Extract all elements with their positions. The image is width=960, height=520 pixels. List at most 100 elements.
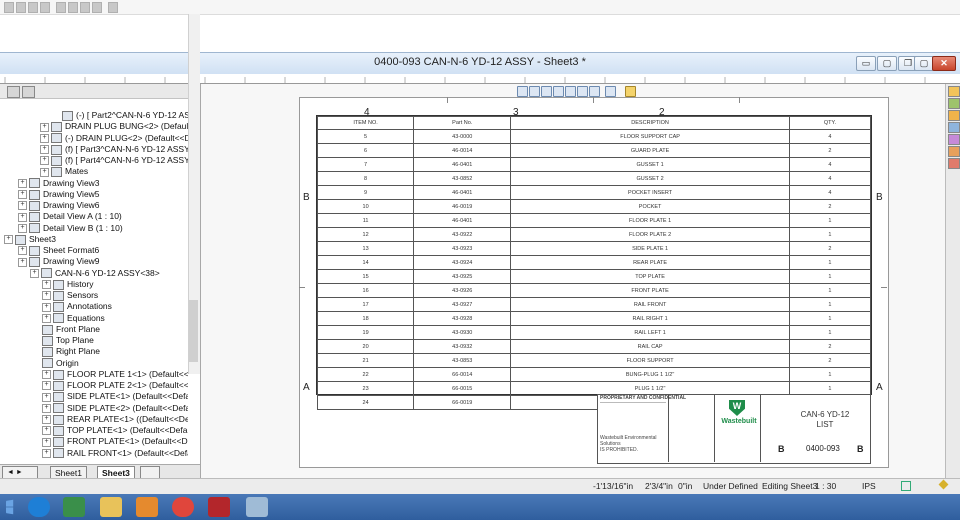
bom-row[interactable]: 5 43-0000 FLOOR SUPPORT CAP 4	[316, 129, 872, 144]
tree-item[interactable]: + Detail View B (1 : 10)	[18, 223, 123, 234]
close-button[interactable]: ✕	[932, 56, 956, 71]
tree-item[interactable]: + SIDE PLATE<1> (Default<<Default>_	[42, 391, 188, 402]
align-justify-icon[interactable]	[40, 2, 50, 13]
tree-expand-icon[interactable]: +	[42, 302, 51, 312]
tree-item[interactable]: Front Plane	[42, 324, 100, 335]
bom-row[interactable]: 11 46-0401 FLOOR PLATE 11	[316, 213, 872, 228]
feature-tree-tab-icon[interactable]	[7, 86, 20, 98]
tile-button[interactable]: ▢	[877, 56, 897, 71]
tree-expand-icon[interactable]: +	[18, 257, 27, 267]
bom-row[interactable]: 19 43-0930 RAIL LEFT 11	[316, 325, 872, 340]
tree-item[interactable]: + SIDE PLATE<2> (Default<<Default>_	[42, 403, 188, 414]
status-scale[interactable]: 1 : 30	[815, 481, 836, 491]
zoom-to-area-icon[interactable]	[529, 86, 540, 97]
tree-item[interactable]: + Drawing View6	[18, 200, 100, 211]
tree-item[interactable]: + FLOOR PLATE 1<1> (Default<<Defau	[42, 369, 188, 380]
view-palette-icon[interactable]	[948, 122, 960, 133]
tree-item[interactable]: Right Plane	[42, 346, 100, 357]
bom-row[interactable]: 8 43-0852 GUSSET 24	[316, 171, 872, 186]
tree-item[interactable]: + Sheet Format6	[18, 245, 99, 256]
list-icon[interactable]	[68, 2, 78, 13]
tree-item[interactable]: + CAN-N-6 YD-12 ASSY<38>	[30, 268, 160, 279]
solidworks-icon[interactable]	[208, 497, 230, 517]
redraw-icon[interactable]	[577, 86, 588, 97]
tree-expand-icon[interactable]: +	[42, 392, 51, 402]
tree-expand-icon[interactable]: +	[40, 122, 49, 132]
tree-item[interactable]: + Sensors	[42, 290, 98, 301]
tree-item[interactable]: + FLOOR PLATE 2<1> (Default<<Defau	[42, 380, 188, 391]
tree-expand-icon[interactable]: +	[4, 235, 13, 244]
tree-expand-icon[interactable]: +	[40, 145, 49, 154]
minimize-button[interactable]: ▭	[856, 56, 876, 71]
tree-expand-icon[interactable]: +	[18, 190, 27, 199]
appearance-icon[interactable]	[625, 86, 636, 97]
bom-row[interactable]: 14 43-0924 REAR PLATE 1	[316, 255, 872, 270]
bom-row[interactable]: 6 46-0014 GUARD PLATE 2	[316, 143, 872, 158]
file-explorer-taskbar-icon[interactable]	[100, 497, 122, 517]
tree-item[interactable]: Origin	[42, 358, 79, 369]
bom-row[interactable]: 7 46-0401 GUSSET 14	[316, 157, 872, 172]
property-tab-icon[interactable]	[22, 86, 35, 98]
tree-expand-icon[interactable]: +	[40, 156, 49, 166]
file-explorer-icon[interactable]	[948, 110, 960, 121]
tree-item[interactable]: Top Plane	[42, 335, 94, 346]
zoom-to-fit-icon[interactable]	[517, 86, 528, 97]
align-left-icon[interactable]	[4, 2, 14, 13]
maximize-button[interactable]: ▢	[914, 56, 934, 71]
tree-expand-icon[interactable]: +	[18, 201, 27, 211]
internet-explorer-icon[interactable]	[28, 497, 50, 517]
bom-row[interactable]: 12 43-0922 FLOOR PLATE 21	[316, 227, 872, 242]
forum-icon[interactable]	[948, 158, 960, 169]
align-center-icon[interactable]	[16, 2, 26, 13]
indent-icon[interactable]	[80, 2, 90, 13]
tree-expand-icon[interactable]: +	[30, 268, 39, 278]
tree-item[interactable]: + TOP PLATE<1> (Default<<Default>_I	[42, 425, 188, 436]
tree-expand-icon[interactable]: +	[42, 415, 51, 424]
tree-expand-icon[interactable]: +	[18, 178, 27, 188]
tree-item[interactable]: + (-) DRAIN PLUG<2> (Default<<Defau	[40, 133, 188, 144]
tree-expand-icon[interactable]: +	[42, 370, 51, 379]
tree-expand-icon[interactable]: +	[42, 437, 51, 447]
custom-properties-icon[interactable]	[948, 146, 960, 157]
bom-row[interactable]: 13 43-0923 SIDE PLATE 12	[316, 241, 872, 256]
tree-expand-icon[interactable]: +	[42, 403, 51, 413]
tree-item[interactable]: + Annotations	[42, 301, 112, 312]
rotate-icon[interactable]	[565, 86, 576, 97]
store-icon[interactable]	[63, 497, 85, 517]
tree-item[interactable]: + Drawing View3	[18, 178, 100, 189]
bom-row[interactable]: 22 66-0014 BUNG-PLUG 1 1/2" 1	[316, 367, 872, 382]
tree-expand-icon[interactable]: +	[40, 133, 49, 143]
bom-row[interactable]: 10 46-0019 POCKET 2	[316, 199, 872, 214]
align-right-icon[interactable]	[28, 2, 38, 13]
zoom-icon[interactable]	[541, 86, 552, 97]
tree-expand-icon[interactable]: +	[18, 223, 27, 233]
pan-icon[interactable]	[553, 86, 564, 97]
tree-item[interactable]: + Drawing View5	[18, 189, 100, 200]
bill-of-materials-table[interactable]: ITEM NO. Part No. DESCRIPTION QTY. 5 43-0…	[316, 115, 872, 410]
tree-item[interactable]: + Drawing View9	[18, 256, 100, 267]
bom-row[interactable]: 17 43-0927 RAIL FRONT 1	[316, 297, 872, 312]
bom-row[interactable]: 20 43-0932 RAIL CAP 2	[316, 339, 872, 354]
tree-expand-icon[interactable]: +	[42, 280, 51, 289]
format-icon[interactable]	[56, 2, 66, 13]
design-library-icon[interactable]	[948, 98, 960, 109]
bom-row[interactable]: 21 43-0853 FLOOR SUPPORT 2	[316, 353, 872, 368]
tree-expand-icon[interactable]: +	[42, 381, 51, 391]
bom-row[interactable]: 15 43-0925 TOP PLATE 1	[316, 269, 872, 284]
tree-expand-icon[interactable]: +	[42, 313, 51, 323]
hide-show-icon[interactable]	[605, 86, 616, 97]
tree-item[interactable]: (-) [ Part2^CAN-N-6 YD-12 ASSY ]<1	[62, 110, 188, 121]
tree-item[interactable]: + RAIL FRONT<1> (Default<<Default>	[42, 448, 188, 458]
paint-icon[interactable]	[246, 497, 268, 517]
resources-icon[interactable]	[948, 86, 960, 97]
tree-item[interactable]: + DRAIN PLUG BUNG<2> (Default<<D	[40, 121, 188, 132]
grid-icon[interactable]	[108, 2, 118, 13]
display-style-icon[interactable]	[589, 86, 600, 97]
tree-item[interactable]: + Mates	[40, 166, 88, 177]
tree-expand-icon[interactable]: +	[18, 246, 27, 256]
tree-expand-icon[interactable]: +	[42, 448, 51, 458]
tree-item[interactable]: + (f) [ Part3^CAN-N-6 YD-12 ASSY ]<1:	[40, 144, 188, 155]
outdent-icon[interactable]	[92, 2, 102, 13]
status-units[interactable]: IPS	[862, 481, 876, 491]
tree-item[interactable]: + REAR PLATE<1> ((Default<<Default>	[42, 414, 188, 425]
